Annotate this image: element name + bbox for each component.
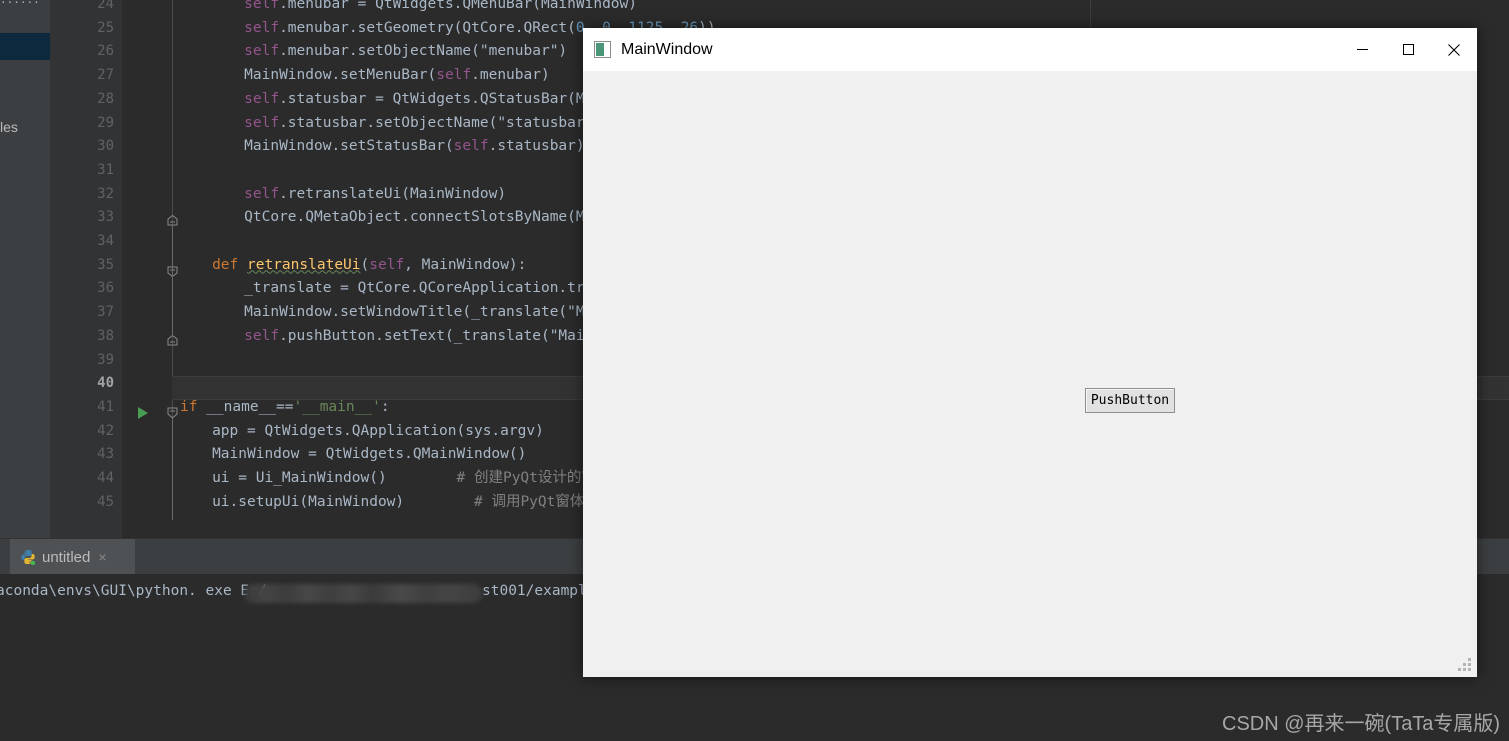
tab-untitled[interactable]: untitled × [10,539,135,575]
console-command-after: st001/example [482,583,596,599]
code-line-text: self.menubar.setObjectName("menubar") [244,43,568,60]
line-number: 45 [97,493,114,510]
maximize-button[interactable] [1385,28,1431,71]
close-button[interactable] [1431,28,1477,71]
csdn-watermark: CSDN @再来一碗(TaTa专属版) [1222,713,1501,735]
line-number: 43 [97,446,114,463]
code-line-text: self.menubar = QtWidgets.QMenuBar(MainWi… [244,0,637,12]
project-panel-selected-row[interactable] [0,33,50,60]
run-line-arrow-icon[interactable] [136,405,150,421]
project-panel[interactable]: ······ les [0,0,50,538]
line-number: 35 [97,256,114,273]
redacted-path-region [244,584,482,603]
console-command-before: aconda\envs\GUI\python. exe E:/ [0,583,267,599]
line-number: 33 [97,209,114,226]
code-line-text: ui = Ui_MainWindow() # 创建PyQt设计的窗体对象 [212,470,640,486]
line-number: 38 [97,327,114,344]
line-number: 32 [97,185,114,202]
code-line-text: self.statusbar.setObjectName("statusbar"… [244,114,603,131]
qt-app-icon [594,41,611,58]
code-line-text: def retranslateUi(self, MainWindow): [212,256,527,273]
code-line-text: MainWindow.setStatusBar(self.statusbar) [244,138,585,155]
project-panel-top-fragment: ······ [0,0,50,6]
line-number: 37 [97,304,114,321]
tabbar-left-stub [0,539,10,575]
push-button[interactable]: PushButton [1085,388,1175,413]
code-line[interactable]: 24 self.menubar = QtWidgets.QMenuBar(Main… [50,0,1509,16]
qt-window-body: PushButton [583,71,1477,677]
line-number: 39 [97,351,114,368]
line-number: 40 [97,375,114,392]
code-line-text: MainWindow.setMenuBar(self.menubar) [244,67,550,84]
python-file-icon [20,549,36,566]
line-number: 30 [97,138,114,155]
line-number: 25 [97,19,114,36]
fold-guide-line-2 [172,275,173,333]
line-number: 29 [97,114,114,131]
line-number: 42 [97,422,114,439]
qt-window-controls [1339,28,1477,71]
qt-window-title: MainWindow [621,40,713,58]
line-number: 24 [97,0,114,12]
tab-close-icon[interactable]: × [98,549,106,565]
line-number: 27 [97,67,114,84]
fold-marker-end2-icon[interactable] [165,334,180,349]
code-line-text: _translate = QtCore.QCoreApplication.tra… [244,280,646,297]
line-number: 28 [97,90,114,107]
fold-guide-line-3 [172,418,173,520]
line-number: 36 [97,280,114,297]
project-panel-item-label[interactable]: les [0,116,50,138]
line-number: 26 [97,43,114,60]
line-number: 31 [97,161,114,178]
line-number: 41 [97,398,114,415]
qt-titlebar[interactable]: MainWindow [583,28,1477,71]
line-number: 34 [97,233,114,249]
minimize-button[interactable] [1339,28,1385,71]
size-grip-icon[interactable] [1458,658,1471,671]
qt-mainwindow[interactable]: MainWindow PushButton [583,28,1477,677]
code-line-text: self.retranslateUi(MainWindow) [244,185,507,202]
code-line-text: if __name__=='__main__': [180,398,390,415]
line-number: 44 [97,470,114,486]
code-line-text: app = QtWidgets.QApplication(sys.argv) [212,422,544,439]
tab-label: untitled [42,548,91,566]
